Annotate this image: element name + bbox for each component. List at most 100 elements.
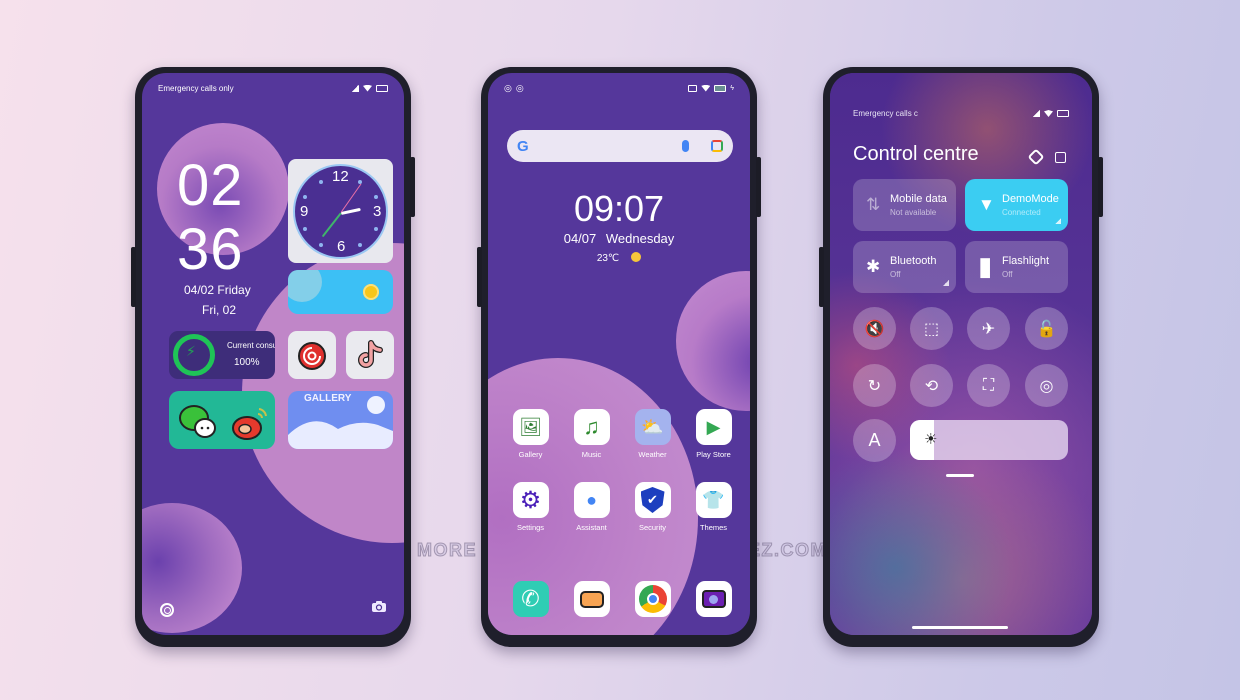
flashlight-icon: ▮: [978, 251, 993, 281]
tiktok-app[interactable]: [346, 331, 394, 379]
decor-circle: [288, 270, 322, 302]
battery-icon: [1057, 110, 1069, 117]
app-label: Weather: [638, 450, 667, 459]
signal-icon: [1032, 110, 1040, 117]
carrier-status: Emergency calls c: [853, 109, 918, 118]
rotate-icon: ↻: [867, 377, 882, 395]
battery-label: Current consum: [227, 341, 275, 350]
clock-number: 6: [337, 238, 346, 255]
tile-wifi[interactable]: ▼ DemoMode Connected: [965, 179, 1068, 231]
app-chrome[interactable]: [622, 581, 683, 617]
app-themes[interactable]: 👕 Themes: [683, 482, 744, 532]
app-grid-row: ⚙ Settings ● Assistant ✔ Security 👕 Them…: [500, 482, 744, 532]
phone-control-centre: Emergency calls c Control centre ⇅ Mobil…: [819, 67, 1103, 647]
toggle-mute[interactable]: 🔇: [853, 307, 896, 350]
clock-tick: [319, 243, 323, 247]
app-security[interactable]: ✔ Security: [622, 482, 683, 532]
gallery-icon: 🖼: [512, 409, 549, 445]
app-messages[interactable]: [561, 581, 622, 617]
scanner-icon: ⛶: [982, 376, 995, 394]
clock-hour: 02: [177, 153, 244, 218]
status-bar: Emergency calls c: [853, 109, 1069, 118]
tile-mobile-data[interactable]: ⇅ Mobile data Not available: [853, 179, 956, 231]
wifi-icon: ▼: [978, 195, 995, 214]
battery-icon: [714, 84, 727, 92]
notification-icon: ◎: [504, 82, 512, 93]
rotation-lock-icon: ⟲: [924, 377, 939, 395]
google-logo-icon: G: [517, 137, 529, 155]
microphone-icon[interactable]: [682, 140, 689, 152]
tile-status: Connected: [1002, 208, 1041, 217]
play-store-icon: ▶: [695, 409, 732, 445]
toggle-screenshot[interactable]: ⬚: [910, 307, 953, 350]
date-text: 04/02 Friday: [184, 283, 251, 297]
flashlight-shortcut[interactable]: [160, 603, 174, 617]
wallpaper-blob: [142, 503, 242, 633]
tile-status: Not available: [890, 208, 937, 217]
toggle-auto-rotate[interactable]: ↻: [853, 364, 896, 407]
volume-button: [477, 247, 482, 307]
toggle-lock[interactable]: 🔓: [1025, 307, 1068, 350]
google-search-bar[interactable]: G: [507, 130, 733, 162]
tile-name: Bluetooth: [890, 255, 937, 267]
clock-time: 09:07: [573, 188, 665, 229]
toggle-reading-mode[interactable]: ◎: [1025, 364, 1068, 407]
screen: Emergency calls only 02 36 04/02 Friday …: [142, 73, 404, 635]
clock-face: 12 3 6 9: [293, 164, 388, 259]
lock-icon: 🔓: [1036, 320, 1057, 338]
tile-name: DemoMode: [1002, 193, 1059, 205]
app-camera[interactable]: [683, 581, 744, 617]
weather-widget[interactable]: [288, 270, 393, 314]
wifi-icon: [363, 84, 372, 92]
phone-homescreen: ◎ ◎ ϟ G 09:07 04/07 Wednesday 23℃ 🖼 Gall…: [477, 67, 761, 647]
clock-tick: [374, 227, 378, 231]
netease-music-app[interactable]: [288, 331, 336, 379]
mountains-illustration: [288, 421, 393, 449]
app-settings[interactable]: ⚙ Settings: [500, 482, 561, 532]
gallery-widget[interactable]: GALLERY: [288, 391, 393, 449]
camera-shortcut[interactable]: [372, 599, 386, 617]
social-widget[interactable]: [169, 391, 275, 449]
sun-icon: [631, 252, 642, 262]
clock-tick: [319, 180, 323, 184]
dock: ✆: [500, 581, 744, 617]
messages-icon: [573, 581, 610, 617]
app-assistant[interactable]: ● Assistant: [561, 482, 622, 532]
clock-tick: [303, 227, 307, 231]
clock-tick: [374, 195, 378, 199]
tile-flashlight[interactable]: ▮ Flashlight Off: [965, 241, 1068, 293]
tile-bluetooth[interactable]: ✱ Bluetooth Off: [853, 241, 956, 293]
app-weather[interactable]: ⛅ Weather: [622, 409, 683, 459]
torch-icon: [163, 606, 171, 614]
analog-clock-widget[interactable]: 12 3 6 9: [288, 159, 393, 263]
app-gallery[interactable]: 🖼 Gallery: [500, 409, 561, 459]
toggle-rotation-lock[interactable]: ⟲: [910, 364, 953, 407]
clock-number: 12: [332, 168, 349, 185]
clock-tick: [303, 195, 307, 199]
app-play-store[interactable]: ▶ Play Store: [683, 409, 744, 459]
panel-handle[interactable]: [946, 474, 974, 477]
toggle-scanner[interactable]: ⛶: [967, 364, 1010, 407]
app-music[interactable]: ♫ Music: [561, 409, 622, 459]
bluetooth-icon: ✱: [866, 257, 881, 276]
phone-lockscreen-widgets: Emergency calls only 02 36 04/02 Friday …: [131, 67, 415, 647]
battery-widget[interactable]: ⚡ Current consum 100%: [169, 331, 275, 379]
app-label: Play Store: [696, 450, 731, 459]
home-indicator[interactable]: [912, 626, 1008, 629]
wallpaper-blob: [676, 271, 750, 411]
clock-minute: 36: [177, 217, 244, 282]
edit-icon[interactable]: [1055, 152, 1066, 163]
brightness-slider[interactable]: ☀: [910, 420, 1068, 460]
google-lens-icon[interactable]: [711, 140, 723, 152]
mute-icon: 🔇: [864, 320, 885, 338]
tiktok-icon: [358, 340, 383, 368]
power-button: [756, 157, 761, 217]
auto-brightness-button[interactable]: A: [853, 419, 896, 462]
notification-icon: ◎: [515, 82, 524, 93]
tile-status: Off: [1002, 270, 1013, 279]
screen: Emergency calls c Control centre ⇅ Mobil…: [830, 73, 1092, 635]
app-phone[interactable]: ✆: [500, 581, 561, 617]
minute-hand: [321, 211, 342, 237]
app-label: Settings: [516, 523, 545, 532]
toggle-airplane[interactable]: ✈: [967, 307, 1010, 350]
